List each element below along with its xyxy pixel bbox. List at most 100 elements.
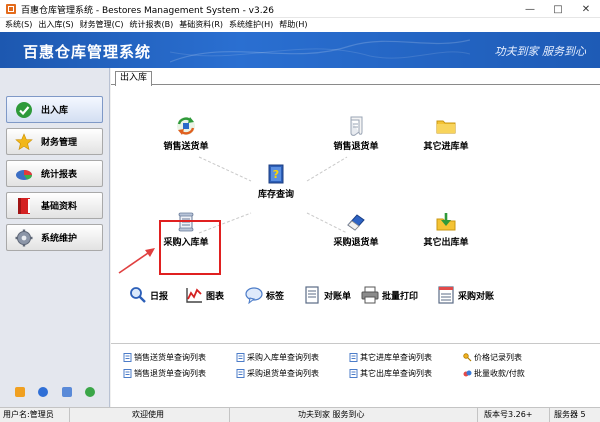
folder-icon — [436, 120, 456, 134]
sidebar: 出入库 财务管理 统计报表 基础资料 系统维护 — [0, 68, 110, 407]
list-doc-icon — [236, 369, 245, 378]
tool-label: 采购对账 — [458, 291, 495, 302]
quick-links-panel: 销售送货单查询列表 采购入库单查询列表 其它进库单查询列表 价格记录列表 销售退… — [111, 343, 600, 407]
star-icon — [15, 132, 33, 150]
list-doc-icon — [123, 369, 132, 378]
speech-bubble-icon — [245, 287, 263, 304]
status-user: 用户名:管理员 — [0, 408, 70, 422]
app-window: 百惠仓库管理系统 - Bestores Management System - … — [0, 0, 600, 422]
label-button[interactable]: 标签 — [245, 286, 284, 304]
daily-report-button[interactable]: 日报 — [129, 286, 168, 304]
banner-slogan: 功夫到家 服务到心 — [494, 45, 587, 58]
node-other-inbound[interactable]: 其它进库单 — [406, 115, 486, 152]
key-icon — [463, 353, 472, 362]
node-sales-return[interactable]: 销售退货单 — [316, 115, 396, 152]
list-doc-icon — [349, 369, 358, 378]
link-sales-return-list[interactable]: 销售退货单查询列表 — [123, 368, 206, 379]
link-label: 批量收款/付款 — [474, 369, 525, 378]
sidebar-item-label: 系统维护 — [41, 234, 78, 244]
menu-reports[interactable]: 统计报表(B) — [126, 18, 176, 32]
list-doc-icon — [349, 353, 358, 362]
node-inventory-query[interactable]: ? 库存查询 — [236, 163, 316, 200]
menu-basic-data[interactable]: 基础资料(R) — [176, 18, 226, 32]
node-label: 库存查询 — [257, 190, 294, 200]
node-purchase-return[interactable]: 采购退货单 — [316, 211, 396, 248]
window-title: 百惠仓库管理系统 - Bestores Management System - … — [21, 6, 275, 16]
app-title: 百惠仓库管理系统 — [23, 43, 152, 61]
tool-label: 日报 — [150, 291, 169, 302]
status-slogan: 功夫到家 服务到心 — [230, 408, 478, 422]
tab-strip: 出入库 — [111, 68, 600, 86]
quick-toolbar: 日报 图表 标签 对账单 批量打印 采购对账 — [111, 286, 600, 310]
document-icon — [305, 286, 319, 304]
sidebar-item-reports[interactable]: 统计报表 — [6, 160, 103, 187]
node-sales-delivery[interactable]: 销售送货单 — [146, 115, 226, 152]
link-purchase-inbound-list[interactable]: 采购入库单查询列表 — [236, 352, 319, 363]
eraser-icon — [347, 214, 365, 231]
sidebar-item-label: 出入库 — [41, 106, 69, 116]
tab-inout[interactable]: 出入库 — [115, 71, 153, 86]
chart-button[interactable]: 图表 — [185, 286, 224, 304]
menu-maintenance[interactable]: 系统维护(H) — [226, 18, 276, 32]
menu-help[interactable]: 帮助(H) — [276, 18, 310, 32]
sidebar-item-basic-data[interactable]: 基础资料 — [6, 192, 103, 219]
sidebar-item-label: 统计报表 — [41, 170, 78, 180]
status-welcome: 欢迎使用 — [70, 408, 230, 422]
sidebar-item-finance[interactable]: 财务管理 — [6, 128, 103, 155]
highlight-box — [159, 220, 221, 275]
node-label: 销售送货单 — [163, 142, 209, 152]
menu-system[interactable]: 系统(S) — [2, 18, 35, 32]
list-doc-icon — [123, 353, 132, 362]
tool-label: 图表 — [206, 291, 225, 302]
tool-label: 批量打印 — [382, 291, 419, 302]
maximize-button[interactable]: □ — [544, 0, 572, 18]
title-bar: 百惠仓库管理系统 - Bestores Management System - … — [0, 0, 600, 18]
query-icon: ? — [268, 164, 284, 184]
link-price-records[interactable]: 价格记录列表 — [463, 352, 522, 363]
minimize-icon: — — [525, 3, 535, 15]
purchase-reconcile-button[interactable]: 采购对账 — [437, 286, 494, 304]
menu-bar: 系统(S) 出入库(S) 财务管理(C) 统计报表(B) 基础资料(R) 系统维… — [0, 18, 600, 32]
sidebar-item-label: 基础资料 — [41, 202, 78, 212]
menu-finance[interactable]: 财务管理(C) — [77, 18, 127, 32]
app-icon — [6, 4, 16, 14]
node-label: 采购退货单 — [333, 238, 379, 248]
link-sales-delivery-list[interactable]: 销售送货单查询列表 — [123, 352, 206, 363]
gear-icon — [15, 229, 33, 246]
link-label: 采购退货单查询列表 — [247, 369, 319, 378]
info-icon[interactable] — [38, 387, 49, 397]
magnifier-icon — [130, 287, 146, 303]
menu-inout[interactable]: 出入库(S) — [35, 18, 76, 32]
link-purchase-return-list[interactable]: 采购退货单查询列表 — [236, 368, 319, 379]
banner-swirl-decoration — [170, 39, 470, 63]
link-other-inbound-list[interactable]: 其它进库单查询列表 — [349, 352, 432, 363]
sidebar-item-inout[interactable]: 出入库 — [6, 96, 103, 123]
link-label: 价格记录列表 — [474, 353, 522, 362]
status-bar: 用户名:管理员 欢迎使用 功夫到家 服务到心 版本号3.26+ 服务器 5 — [0, 407, 600, 422]
header-banner: 百惠仓库管理系统 功夫到家 服务到心 — [0, 32, 600, 68]
sidebar-item-label: 财务管理 — [41, 138, 78, 148]
batch-print-button[interactable]: 批量打印 — [361, 286, 418, 304]
close-icon: ✕ — [581, 3, 591, 15]
statement-button[interactable]: 对账单 — [303, 286, 351, 304]
ledger-icon — [438, 286, 454, 304]
search-icon[interactable] — [61, 387, 72, 397]
link-label: 采购入库单查询列表 — [247, 353, 319, 362]
coins-icon — [463, 370, 472, 377]
line-chart-icon — [186, 288, 202, 303]
help-icon[interactable] — [14, 387, 25, 397]
tool-label: 对账单 — [324, 291, 352, 302]
minimize-button[interactable]: — — [516, 0, 544, 18]
exchange-icon — [177, 117, 195, 135]
scroll-icon — [350, 116, 363, 136]
close-button[interactable]: ✕ — [572, 0, 600, 18]
svg-text:?: ? — [273, 168, 279, 181]
link-batch-payment[interactable]: 批量收款/付款 — [463, 368, 525, 379]
book-icon — [18, 197, 30, 214]
sidebar-item-maintenance[interactable]: 系统维护 — [6, 224, 103, 251]
list-doc-icon — [236, 353, 245, 362]
status-service: 服务器 5 — [554, 410, 586, 419]
link-other-outbound-list[interactable]: 其它出库单查询列表 — [349, 368, 432, 379]
exit-icon[interactable] — [85, 387, 96, 397]
node-other-outbound[interactable]: 其它出库单 — [406, 211, 486, 248]
